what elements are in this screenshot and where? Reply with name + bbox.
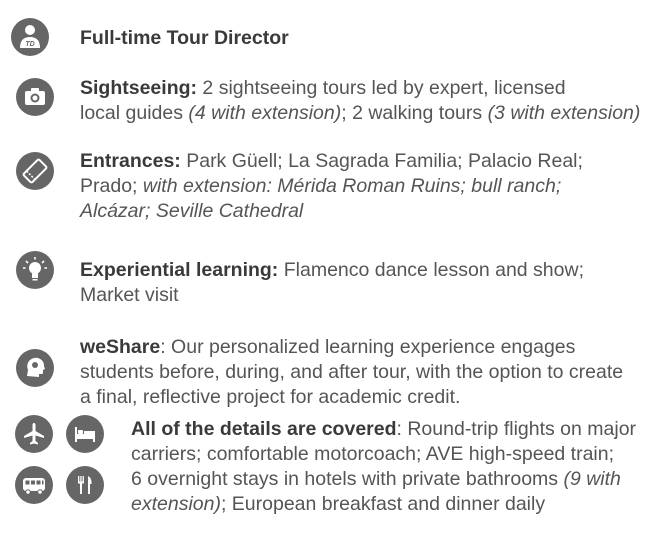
director-title: Full-time Tour Director xyxy=(80,27,289,49)
lightbulb-icon xyxy=(16,251,54,289)
weshare-line2: students before, during, and after tour,… xyxy=(80,361,624,383)
tour-director-icon: TD xyxy=(11,18,49,56)
experiential-line2: Market visit xyxy=(80,284,179,306)
camera-icon xyxy=(16,78,54,116)
entrances-line3: Alcázar; Seville Cathedral xyxy=(80,200,304,222)
weshare-label: weShare xyxy=(80,336,161,358)
weshare-line3: a final, reflective project for academic… xyxy=(80,386,461,408)
entrances-label: Entrances: xyxy=(80,150,181,172)
director-text: Full-time Tour Director xyxy=(80,26,289,51)
utensils-icon xyxy=(66,466,104,504)
experiential-label: Experiential learning: xyxy=(80,259,279,281)
entrances-text: Entrances: Park Güell; La Sagrada Famili… xyxy=(80,149,583,224)
weshare-line1: : Our personalized learning experience e… xyxy=(160,336,576,358)
bus-icon xyxy=(15,466,53,504)
details-line1: : Round-trip flights on major xyxy=(396,418,637,440)
details-line3a: 6 overnight stays in hotels with private… xyxy=(131,468,564,490)
airplane-icon xyxy=(15,415,53,453)
bed-icon xyxy=(66,415,104,453)
details-line2: carriers; comfortable motorcoach; AVE hi… xyxy=(131,443,615,465)
sightseeing-label: Sightseeing: xyxy=(80,77,198,99)
entrances-line2b: with extension: Mérida Roman Ruins; bull… xyxy=(142,175,562,197)
experiential-text: Experiential learning: Flamenco dance le… xyxy=(80,258,584,308)
sightseeing-line2b: (4 with extension) xyxy=(188,102,342,124)
details-line4b: ; European breakfast and dinner daily xyxy=(220,493,546,515)
head-icon xyxy=(16,349,54,387)
details-line4a: extension) xyxy=(131,493,221,515)
entrances-line1: Park Güell; La Sagrada Familia; Palacio … xyxy=(180,150,583,172)
sightseeing-line2a: local guides xyxy=(80,102,189,124)
sightseeing-line2d: (3 with extension) xyxy=(487,102,641,124)
experiential-line1: Flamenco dance lesson and show; xyxy=(278,259,584,281)
sightseeing-text: Sightseeing: 2 sightseeing tours led by … xyxy=(80,76,640,126)
entrances-line2a: Prado; xyxy=(80,175,143,197)
ticket-icon xyxy=(16,152,54,190)
sightseeing-line1: 2 sightseeing tours led by expert, licen… xyxy=(197,77,566,99)
sightseeing-line2c: ; 2 walking tours xyxy=(341,102,488,124)
svg-text:TD: TD xyxy=(25,41,34,48)
weshare-text: weShare: Our personalized learning exper… xyxy=(80,335,623,410)
details-line3b: (9 with xyxy=(563,468,621,490)
details-label: All of the details are covered xyxy=(131,418,397,440)
details-text: All of the details are covered: Round-tr… xyxy=(131,417,636,517)
